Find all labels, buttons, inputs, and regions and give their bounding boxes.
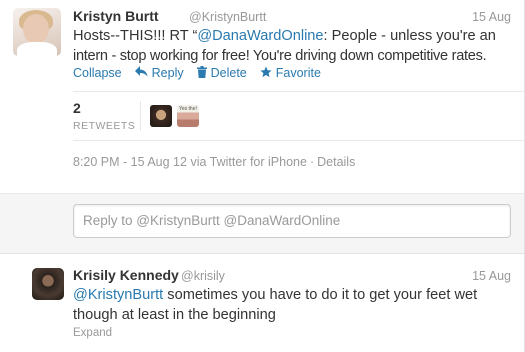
reply-input[interactable]: Reply to @KristynBurtt @DanaWardOnline — [73, 204, 511, 238]
meta-separator: · — [309, 155, 315, 169]
retweeter-avatar[interactable] — [150, 105, 172, 127]
retweet-count[interactable]: 2 — [73, 100, 81, 116]
reply-author-name[interactable]: Krisily Kennedy — [73, 267, 179, 283]
reply-text-line-1: @KristynBurtt sometimes you have to do i… — [73, 285, 477, 305]
mention-link[interactable]: @KristynBurtt — [73, 287, 163, 303]
tweet-actions: Collapse Reply Delete Favorite — [73, 64, 334, 82]
avatar-shirt — [17, 42, 57, 56]
delete-label: Delete — [210, 66, 247, 80]
reply-author-handle[interactable]: @krisily — [181, 269, 225, 283]
reply-text-suffix: sometimes you have to do it to get your … — [163, 287, 478, 303]
tweet-text-line-1: Hosts--THIS!!! RT “@DanaWardOnline: Peop… — [73, 26, 496, 46]
star-icon — [260, 66, 272, 81]
reply-author-avatar[interactable] — [32, 268, 64, 300]
divider — [73, 91, 525, 92]
tweet-meta: 8:20 PM - 15 Aug 12 via Twitter for iPho… — [73, 155, 355, 169]
delete-button[interactable]: Delete — [196, 65, 247, 81]
reply-text-line-2: though at least in the beginning — [73, 307, 276, 323]
tweet-text-line-2: intern - stop working for free! You're d… — [73, 48, 487, 64]
expand-link[interactable]: Expand — [73, 327, 112, 339]
tweet-source: via Twitter for iPhone — [190, 155, 307, 169]
retweet-separator — [140, 101, 141, 131]
reply-label: Reply — [151, 66, 184, 80]
favorite-button[interactable]: Favorite — [260, 66, 321, 81]
author-avatar[interactable] — [13, 8, 61, 56]
favorite-label: Favorite — [275, 66, 321, 80]
details-link[interactable]: Details — [317, 155, 355, 169]
retweeter-avatar[interactable]: Yes the! — [177, 105, 199, 127]
tweet-text-suffix: : People - unless you're an — [323, 28, 496, 44]
reply-tweet[interactable]: Krisily Kennedy @krisily 15 Aug @Kristyn… — [0, 254, 525, 352]
tweet-date[interactable]: 15 Aug — [472, 10, 511, 24]
tweet-timestamp[interactable]: 8:20 PM - 15 Aug 12 — [73, 155, 187, 169]
author-name[interactable]: Kristyn Burtt — [73, 8, 159, 24]
author-handle[interactable]: @KristynBurtt — [189, 10, 266, 24]
trash-icon — [196, 65, 207, 81]
collapse-link[interactable]: Collapse — [73, 66, 122, 80]
main-tweet[interactable]: Kristyn Burtt @KristynBurtt 15 Aug Hosts… — [0, 0, 525, 193]
reply-arrow-icon — [134, 66, 148, 80]
avatar-face — [23, 14, 49, 44]
tweet-text-prefix: Hosts--THIS!!! RT “ — [73, 28, 198, 44]
reply-box-area: Reply to @KristynBurtt @DanaWardOnline — [0, 193, 525, 254]
reply-date[interactable]: 15 Aug — [472, 269, 511, 283]
retweeter-avatar-caption: Yes the! — [179, 106, 197, 112]
reply-button[interactable]: Reply — [134, 66, 184, 80]
divider — [73, 140, 525, 141]
mention-link[interactable]: @DanaWardOnline — [197, 28, 323, 44]
retweet-label[interactable]: RETWEETS — [73, 120, 135, 132]
collapse-label: Collapse — [73, 66, 122, 80]
